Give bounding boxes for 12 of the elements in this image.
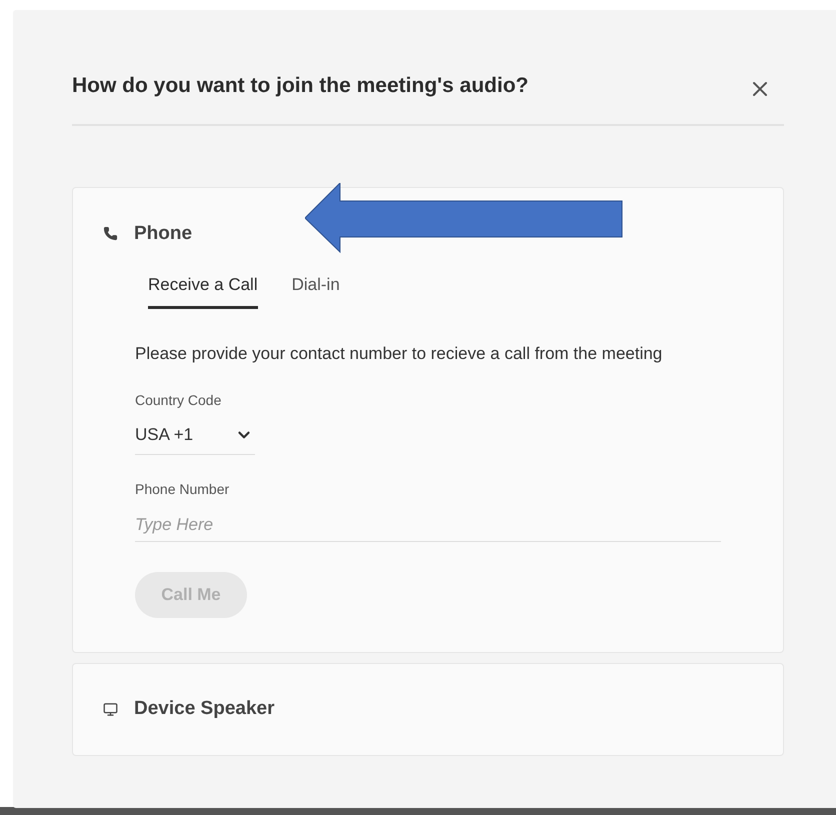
instructions-text: Please provide your contact number to recieve a call from the meeting bbox=[135, 342, 664, 364]
section-title[interactable]: Device Speaker bbox=[134, 694, 274, 724]
country-code-dropdown[interactable]: USA +1 bbox=[135, 421, 255, 455]
phone-icon bbox=[103, 226, 118, 242]
section-title[interactable]: Phone bbox=[134, 220, 192, 248]
tab[interactable]: Receive a Call bbox=[148, 272, 258, 308]
field-label: Country Code bbox=[135, 391, 222, 410]
phone-number-field[interactable]: Type Here bbox=[135, 508, 721, 542]
monitor-icon bbox=[103, 702, 118, 716]
field-label: Phone Number bbox=[135, 480, 230, 499]
dialog-title: How do you want to join the meeting's audio? bbox=[72, 73, 528, 99]
tab[interactable]: Dial-in bbox=[292, 272, 340, 308]
